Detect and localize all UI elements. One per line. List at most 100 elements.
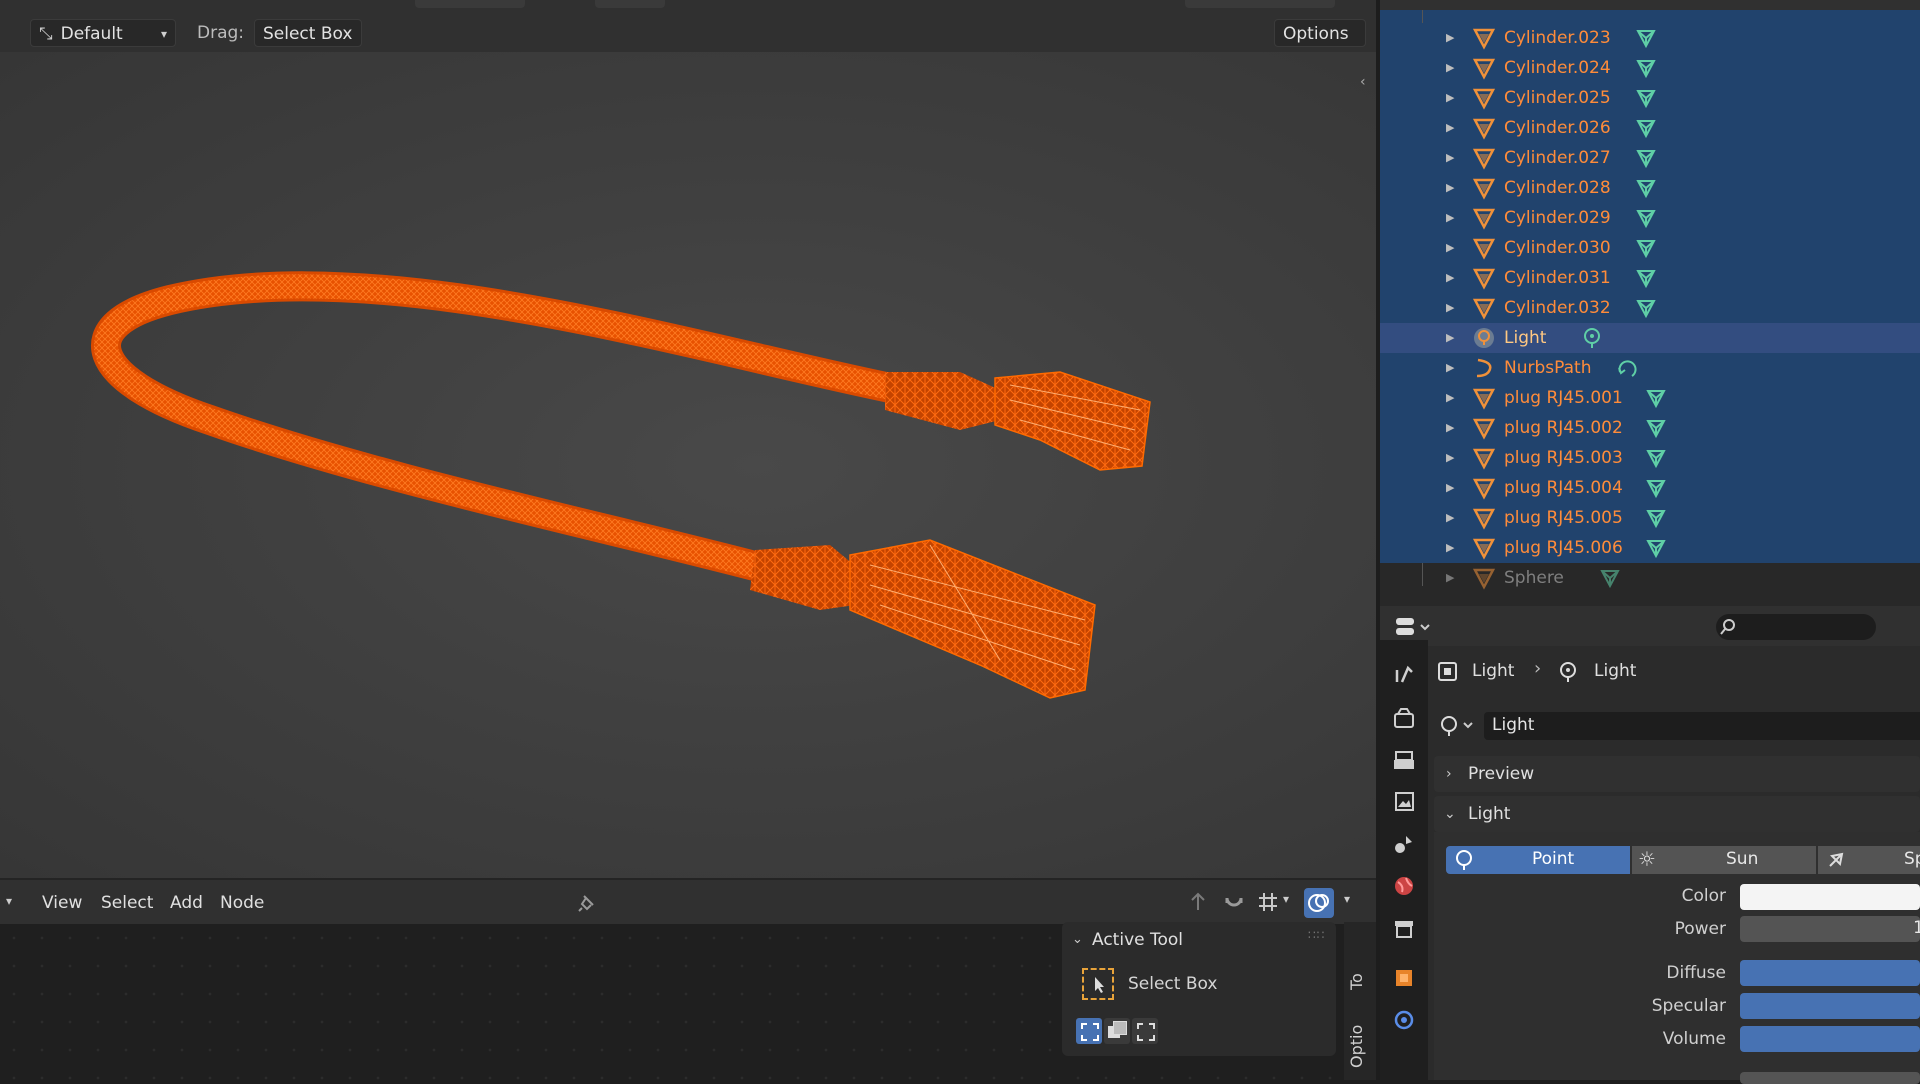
outliner-row[interactable]: ▶ plug RJ45.004 — [1380, 473, 1920, 503]
outliner-row[interactable]: ▶ plug RJ45.005 — [1380, 503, 1920, 533]
expand-arrow-icon[interactable]: ▶ — [1446, 563, 1454, 593]
outliner-item-name[interactable]: Cylinder.025 — [1504, 83, 1611, 113]
outliner-item-name[interactable]: NurbsPath — [1504, 353, 1591, 383]
object-tab-icon[interactable] — [1392, 966, 1416, 990]
tab-tool[interactable]: To — [1347, 940, 1373, 990]
outliner-item-name[interactable]: Cylinder.029 — [1504, 203, 1611, 233]
light-type-point[interactable]: Point — [1446, 846, 1630, 874]
editor-type-button[interactable] — [1394, 614, 1434, 640]
drag-dropdown[interactable]: Select Box▾ — [254, 19, 362, 70]
editor-type-chevron-icon[interactable]: ▾ — [6, 894, 12, 908]
datablock-type-dropdown[interactable] — [1436, 712, 1488, 740]
outliner-item-name[interactable]: Sphere — [1504, 563, 1564, 593]
chevron-down-icon[interactable]: ▾ — [1283, 892, 1289, 906]
expand-arrow-icon[interactable]: ▶ — [1446, 203, 1454, 233]
outliner-row[interactable]: ▶ Cylinder.031 — [1380, 263, 1920, 293]
mesh-data-icon[interactable] — [1634, 26, 1658, 50]
collection-tab-icon[interactable] — [1392, 916, 1416, 940]
outliner-row[interactable]: ▶ Sphere — [1380, 563, 1920, 593]
outliner-item-name[interactable]: plug RJ45.005 — [1504, 503, 1623, 533]
next-field-fragment[interactable] — [1740, 1072, 1920, 1084]
volume-slider[interactable] — [1740, 1026, 1920, 1052]
overlays-button[interactable] — [1304, 888, 1334, 918]
light-type-spot[interactable]: Sp — [1818, 846, 1920, 874]
chevron-down-icon[interactable]: ⌄ — [1072, 932, 1083, 947]
toolbar-fragment[interactable] — [415, 0, 525, 8]
drag-handle-icon[interactable]: ∷∷ — [1308, 928, 1325, 942]
orientation-dropdown[interactable]: ⤡ Default ▾ — [30, 19, 176, 47]
shading-buttons-fragment[interactable] — [1185, 0, 1335, 8]
options-dropdown[interactable]: Options▾ — [1274, 19, 1366, 70]
light-type-sun[interactable]: ☼ Sun — [1632, 846, 1816, 874]
output-tab-icon[interactable] — [1392, 748, 1416, 772]
snap-magnet-icon[interactable] — [1222, 890, 1246, 914]
properties-search-input[interactable] — [1716, 614, 1876, 640]
outliner-row[interactable]: ▶ Light — [1380, 323, 1920, 353]
outliner-item-name[interactable]: plug RJ45.001 — [1504, 383, 1623, 413]
expand-arrow-icon[interactable]: ▶ — [1446, 413, 1454, 443]
mesh-data-icon[interactable] — [1644, 506, 1668, 530]
menu-view[interactable]: View — [42, 880, 82, 926]
mesh-data-icon[interactable] — [1634, 296, 1658, 320]
pin-icon[interactable] — [576, 892, 598, 914]
expand-arrow-icon[interactable]: ▶ — [1446, 503, 1454, 533]
render-tab-icon[interactable] — [1392, 706, 1416, 730]
3d-viewport[interactable]: ‹ — [0, 52, 1376, 878]
parent-node-icon[interactable] — [1186, 890, 1210, 914]
mesh-data-icon[interactable] — [1644, 476, 1668, 500]
mesh-data-icon[interactable] — [1644, 446, 1668, 470]
specular-slider[interactable] — [1740, 993, 1920, 1019]
expand-arrow-icon[interactable]: ▶ — [1446, 173, 1454, 203]
tool-tab-icon[interactable] — [1392, 662, 1416, 686]
outliner-row[interactable]: ▶ plug RJ45.003 — [1380, 443, 1920, 473]
outliner-row[interactable]: ▶ NurbsPath — [1380, 353, 1920, 383]
expand-arrow-icon[interactable]: ▶ — [1446, 233, 1454, 263]
expand-arrow-icon[interactable]: ▶ — [1446, 143, 1454, 173]
toolbar-fragment[interactable] — [595, 0, 665, 8]
outliner-row[interactable]: ▶ Cylinder.026 — [1380, 113, 1920, 143]
outliner-item-name[interactable]: plug RJ45.006 — [1504, 533, 1623, 563]
expand-arrow-icon[interactable]: ▶ — [1446, 293, 1454, 323]
outliner-item-name[interactable]: Light — [1504, 323, 1546, 353]
outliner-row[interactable]: ▶ Cylinder.030 — [1380, 233, 1920, 263]
chevron-down-icon[interactable]: ▾ — [1344, 892, 1350, 906]
outliner-row[interactable]: ▶ Cylinder.027 — [1380, 143, 1920, 173]
expand-arrow-icon[interactable]: ▶ — [1446, 113, 1454, 143]
outliner-row[interactable]: ▶ Cylinder.023 — [1380, 23, 1920, 53]
power-field[interactable]: 1 — [1740, 916, 1920, 942]
outliner-item-name[interactable]: Cylinder.032 — [1504, 293, 1611, 323]
outliner-item-name[interactable]: Cylinder.028 — [1504, 173, 1611, 203]
color-swatch[interactable] — [1740, 884, 1920, 910]
mesh-data-icon[interactable] — [1598, 566, 1622, 590]
snap-grid-icon[interactable] — [1256, 890, 1280, 914]
outliner-row[interactable]: ▶ plug RJ45.001 — [1380, 383, 1920, 413]
mode-subtract-button[interactable] — [1132, 1018, 1158, 1044]
mesh-data-icon[interactable] — [1634, 146, 1658, 170]
expand-arrow-icon[interactable]: ▶ — [1446, 353, 1454, 383]
menu-select[interactable]: Select — [101, 880, 153, 926]
active-tool-title[interactable]: Active Tool — [1092, 930, 1183, 950]
mesh-data-icon[interactable] — [1634, 176, 1658, 200]
datablock-name-field[interactable]: Light — [1484, 712, 1920, 740]
mesh-data-icon[interactable] — [1634, 266, 1658, 290]
outliner-item-name[interactable]: Cylinder.026 — [1504, 113, 1611, 143]
expand-arrow-icon[interactable]: ▶ — [1446, 83, 1454, 113]
outliner-item-name[interactable]: plug RJ45.003 — [1504, 443, 1623, 473]
outliner-row[interactable]: ▶ Cylinder.025 — [1380, 83, 1920, 113]
menu-node[interactable]: Node — [220, 880, 264, 926]
diffuse-slider[interactable] — [1740, 960, 1920, 986]
expand-arrow-icon[interactable]: ▶ — [1446, 263, 1454, 293]
outliner-item-name[interactable]: Cylinder.030 — [1504, 233, 1611, 263]
outliner-row[interactable]: ▶ Cylinder.032 — [1380, 293, 1920, 323]
mode-extend-button[interactable] — [1104, 1018, 1130, 1044]
preview-section-header[interactable]: › Preview — [1434, 756, 1920, 792]
light-data-icon[interactable] — [1580, 326, 1604, 350]
outliner-row[interactable]: ▶ Cylinder.024 — [1380, 53, 1920, 83]
expand-arrow-icon[interactable]: ▶ — [1446, 533, 1454, 563]
expand-arrow-icon[interactable]: ▶ — [1446, 23, 1454, 53]
expand-arrow-icon[interactable]: ▶ — [1446, 323, 1454, 353]
menu-add[interactable]: Add — [170, 880, 203, 926]
outliner-item-name[interactable]: Cylinder.023 — [1504, 23, 1611, 53]
tab-options[interactable]: Optio — [1347, 1008, 1373, 1068]
light-section-header[interactable]: ⌄ Light — [1434, 796, 1920, 832]
